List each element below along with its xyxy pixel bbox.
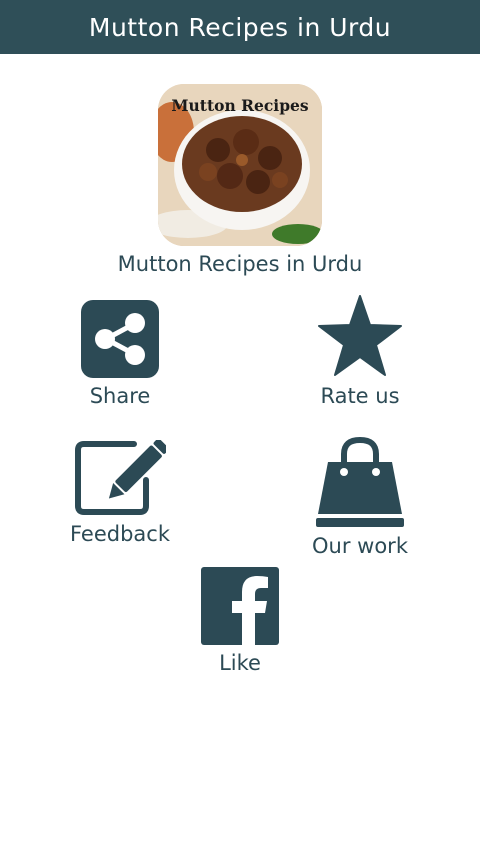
like-button[interactable]: Like: [180, 567, 300, 675]
app-header: Mutton Recipes in Urdu: [0, 0, 480, 54]
feedback-button[interactable]: Feedback: [55, 440, 185, 546]
rate-us-button[interactable]: Rate us: [300, 294, 420, 408]
our-work-button[interactable]: Our work: [295, 436, 425, 558]
app-image-caption: Mutton Recipes: [171, 96, 309, 115]
rate-us-label: Rate us: [320, 384, 400, 408]
share-icon: [81, 300, 159, 378]
app-name: Mutton Recipes in Urdu: [117, 252, 363, 276]
edit-icon: [75, 440, 166, 515]
share-label: Share: [89, 384, 151, 408]
like-label: Like: [219, 651, 261, 675]
our-work-label: Our work: [312, 534, 408, 558]
app-logo-image: Mutton Recipes: [158, 84, 322, 246]
facebook-icon: [201, 567, 279, 645]
feedback-label: Feedback: [69, 522, 170, 546]
shopping-bag-icon: [316, 436, 404, 527]
share-button[interactable]: Share: [60, 300, 180, 408]
star-icon: [318, 295, 402, 376]
header-title: Mutton Recipes in Urdu: [88, 12, 392, 42]
